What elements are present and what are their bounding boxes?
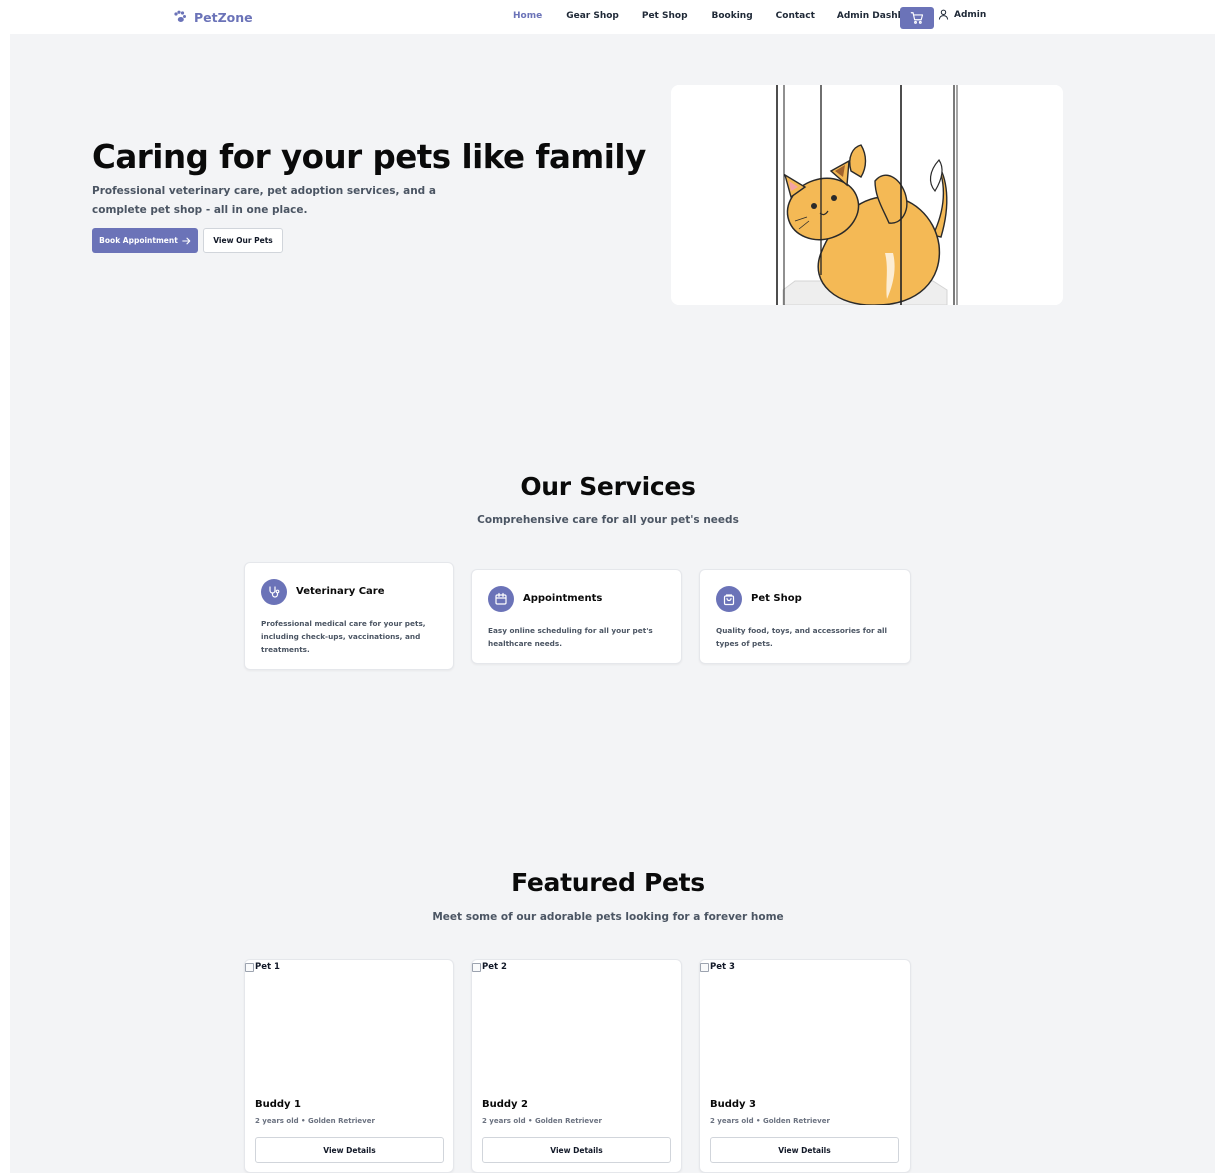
- cart-button[interactable]: [900, 7, 934, 29]
- service-description: Professional medical care for your pets,…: [261, 619, 426, 654]
- featured-title: Featured Pets: [511, 868, 705, 897]
- broken-image-icon: [245, 962, 254, 972]
- pet-card[interactable]: Pet 2 Buddy 2 2 years old • Golden Retri…: [471, 959, 682, 1173]
- book-appointment-label: Book Appointment: [99, 236, 178, 245]
- services-title: Our Services: [520, 472, 696, 501]
- cart-icon: [910, 12, 924, 24]
- brand-logo[interactable]: PetZone: [172, 9, 253, 25]
- nav-item-pet-shop[interactable]: Pet Shop: [642, 11, 688, 21]
- service-title: Appointments: [523, 593, 603, 604]
- pet-image-alt: Pet 1: [255, 962, 280, 972]
- brand-name: PetZone: [194, 9, 253, 25]
- arrow-right-icon: [182, 237, 191, 244]
- book-appointment-button[interactable]: Book Appointment: [92, 228, 198, 253]
- service-title: Pet Shop: [751, 593, 802, 604]
- pet-meta: 2 years old • Golden Retriever: [255, 1117, 375, 1125]
- hero-cat-illustration: [671, 85, 1063, 305]
- view-details-button[interactable]: View Details: [482, 1137, 671, 1163]
- user-label: Admin: [954, 9, 987, 20]
- pet-meta: 2 years old • Golden Retriever: [482, 1117, 602, 1125]
- services-subtitle: Comprehensive care for all your pet's ne…: [477, 514, 739, 526]
- view-our-pets-button[interactable]: View Our Pets: [203, 228, 283, 253]
- calendar-icon: [495, 592, 507, 605]
- pet-card[interactable]: Pet 3 Buddy 3 2 years old • Golden Retri…: [699, 959, 911, 1173]
- pet-name: Buddy 1: [255, 1099, 302, 1110]
- user-icon: [938, 9, 949, 20]
- service-card-pet-shop[interactable]: Pet Shop Quality food, toys, and accesso…: [699, 569, 911, 664]
- user-menu[interactable]: Admin: [938, 9, 986, 20]
- service-icon-wrap: [716, 586, 742, 612]
- pet-image: Pet 1: [245, 962, 280, 972]
- pet-image: Pet 2: [472, 962, 507, 972]
- broken-image-icon: [472, 962, 481, 972]
- nav-item-booking[interactable]: Booking: [712, 11, 753, 21]
- service-card-appointments[interactable]: Appointments Easy online scheduling for …: [471, 569, 682, 664]
- service-description: Quality food, toys, and accessories for …: [716, 626, 888, 648]
- pet-image-alt: Pet 3: [710, 962, 735, 972]
- pet-name: Buddy 3: [710, 1099, 757, 1110]
- hero-title: Caring for your pets like family: [92, 138, 646, 176]
- service-title: Veterinary Care: [296, 586, 385, 597]
- service-icon-wrap: [261, 579, 287, 605]
- pet-meta: 2 years old • Golden Retriever: [710, 1117, 830, 1125]
- nav-item-gear-shop[interactable]: Gear Shop: [566, 11, 619, 21]
- view-details-button[interactable]: View Details: [255, 1137, 444, 1163]
- pet-image-alt: Pet 2: [482, 962, 507, 972]
- navbar: PetZone Home Gear Shop Pet Shop Booking …: [0, 0, 1216, 34]
- pet-image: Pet 3: [700, 962, 735, 972]
- shopping-bag-icon: [723, 594, 735, 606]
- hero-subtitle: Professional veterinary care, pet adopti…: [92, 185, 436, 216]
- nav-item-contact[interactable]: Contact: [776, 11, 815, 21]
- pet-card[interactable]: Pet 1 Buddy 1 2 years old • Golden Retri…: [244, 959, 454, 1173]
- service-card-veterinary[interactable]: Veterinary Care Professional medical car…: [244, 562, 454, 670]
- service-icon-wrap: [488, 586, 514, 612]
- nav-item-home[interactable]: Home: [513, 11, 542, 21]
- stethoscope-icon: [269, 586, 280, 598]
- service-description: Easy online scheduling for all your pet'…: [488, 626, 653, 648]
- broken-image-icon: [700, 962, 709, 972]
- nav-links: Home Gear Shop Pet Shop Booking Contact …: [513, 11, 927, 21]
- view-details-button[interactable]: View Details: [710, 1137, 899, 1163]
- featured-subtitle: Meet some of our adorable pets looking f…: [432, 911, 784, 923]
- paw-icon: [174, 10, 186, 22]
- pet-name: Buddy 2: [482, 1099, 529, 1110]
